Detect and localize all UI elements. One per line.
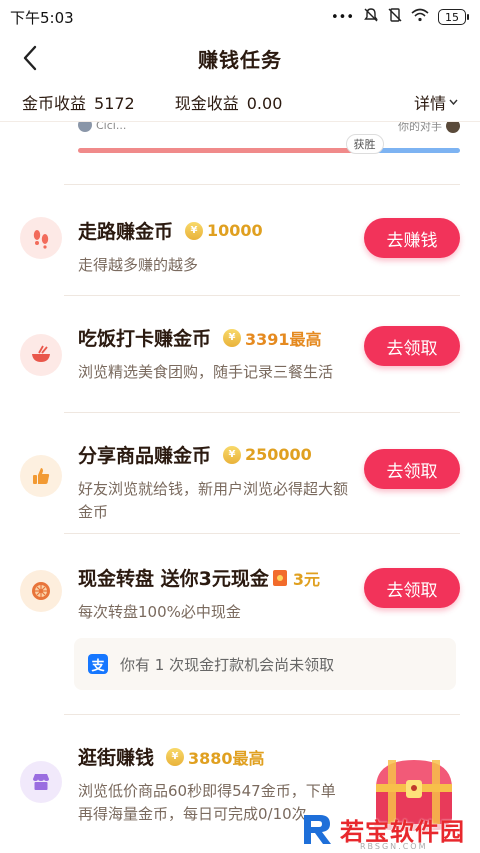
coin-icon: ¥ [185,221,204,240]
cash-notice[interactable]: 支 你有 1 次现金打款机会尚未领取 [74,638,456,690]
task-reward: 3880最高 [188,748,265,768]
alipay-icon: 支 [88,654,108,674]
watermark-sub: RBSGN.COM [360,842,428,851]
chevron-down-icon [449,99,458,105]
wheel-icon [20,570,62,612]
coin-earnings-value: 5172 [94,93,135,113]
task-reward: 10000 [207,221,263,240]
win-badge: 获胜 [345,134,384,154]
task-meal: 吃饭打卡赚金币 ¥ 3391最高 浏览精选美食团购，随手记录三餐生活 去领取 [0,296,480,412]
race-left-name: Cici... [96,122,127,132]
task-wheel: 现金转盘 送你3元现金 3元 每次转盘100%必中现金 去领取 支 你有 1 次… [0,534,480,696]
status-bar: 下午5:03 ••• 15 [0,0,480,34]
task-share: 分享商品赚金币 ¥ 250000 好友浏览就给钱，新用户浏览必得超大额金币 去领… [0,413,480,533]
task-title: 分享商品赚金币 [78,445,212,467]
claim-button[interactable]: 去领取 [364,568,460,608]
footprints-icon [20,217,62,259]
coin-icon: ¥ [166,747,185,766]
task-desc: 走得越多赚的越多 [78,256,199,274]
watermark: 若宝软件园 RBSGN.COM [300,810,465,851]
opponent-avatar [446,122,460,133]
coin-earnings: 金币收益 5172 [22,90,135,114]
coin-icon: ¥ [223,328,242,347]
back-button[interactable] [22,44,50,72]
task-title: 吃饭打卡赚金币 [78,328,212,350]
watermark-logo-icon [304,815,331,844]
status-icons: ••• 15 [330,7,469,27]
task-desc: 每次转盘100%必中现金 [78,603,241,621]
shop-icon [20,761,62,803]
cash-earnings: 现金收益 0.00 [175,90,283,114]
claim-button[interactable]: 去领取 [364,449,460,489]
wifi-icon [411,8,429,26]
page-title: 赚钱任务 [198,47,282,72]
coin-earnings-label: 金币收益 [22,93,87,113]
task-desc: 好友浏览就给钱，新用户浏览必得超大额金币 [78,480,349,521]
mute-icon [363,7,379,27]
detail-label: 详情 [413,93,446,113]
nav-bar: 赚钱任务 [0,34,480,82]
step-race: Cici... 你的对手 获胜 [0,122,480,184]
task-walk: 走路赚金币 ¥ 10000 走得越多赚的越多 去赚钱 [0,185,480,295]
chevron-left-icon [23,45,37,71]
bowl-icon [20,334,62,376]
status-time: 下午5:03 [10,8,74,27]
go-earn-button[interactable]: 去赚钱 [364,218,460,258]
battery-icon: 15 [438,9,469,25]
detail-button[interactable]: 详情 [414,90,458,114]
task-title: 走路赚金币 [78,221,174,243]
task-reward: 3391最高 [245,329,322,349]
coin-icon: ¥ [223,445,242,464]
task-reward: 3元 [292,569,320,589]
thumbs-up-icon [20,455,62,497]
cash-earnings-value: 0.00 [246,93,283,113]
claim-button[interactable]: 去领取 [364,326,460,366]
battery-level: 15 [445,10,459,24]
red-packet-icon [272,569,287,586]
more-dots-icon: ••• [330,9,354,25]
race-progress-bar [78,148,460,153]
race-right-name: 你的对手 [398,122,442,133]
cash-notice-text: 你有 1 次现金打款机会尚未领取 [120,655,335,674]
task-reward: 250000 [245,445,312,464]
earnings-bar: 金币收益 5172 现金收益 0.00 详情 [0,82,480,122]
task-title: 逛街赚钱 [78,747,155,769]
task-title: 现金转盘 送你3元现金 [78,568,269,590]
task-desc: 浏览精选美食团购，随手记录三餐生活 [78,363,334,381]
race-progress-self [78,148,365,153]
avatar [78,122,92,132]
sim-icon [388,8,402,26]
cash-earnings-label: 现金收益 [174,93,239,113]
